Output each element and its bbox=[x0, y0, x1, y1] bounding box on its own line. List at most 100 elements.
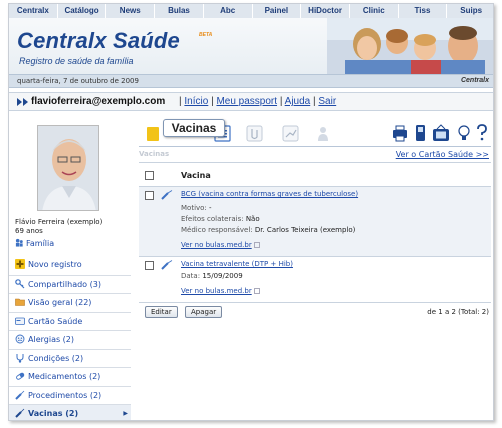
nav-centralx[interactable]: Centralx bbox=[9, 4, 58, 18]
nav-suips[interactable]: Suips bbox=[447, 4, 493, 18]
nav-tiss[interactable]: Tiss bbox=[399, 4, 448, 18]
allergy-icon bbox=[15, 334, 25, 344]
nav-hidoctor[interactable]: HiDoctor bbox=[301, 4, 350, 18]
family-icon bbox=[15, 238, 23, 247]
sidebar-item-label: Cartão Saúde bbox=[28, 316, 83, 326]
family-label: Família bbox=[26, 239, 55, 248]
folder-icon bbox=[15, 298, 25, 306]
user-age: 69 anos bbox=[15, 227, 43, 235]
key-icon bbox=[15, 278, 25, 288]
tab-add-icon[interactable] bbox=[147, 127, 159, 141]
delete-button[interactable]: Apagar bbox=[185, 306, 223, 318]
edit-button[interactable]: Editar bbox=[145, 306, 178, 318]
stethoscope-icon bbox=[16, 353, 24, 363]
bulas-link[interactable]: Ver no bulas.med.br bbox=[181, 241, 260, 249]
nav-clinic[interactable]: Clinic bbox=[350, 4, 399, 18]
sidebar-item-vacinas[interactable]: Vacinas (2) ▶ bbox=[9, 404, 131, 420]
date-bar: quarta-feira, 7 de outubro de 2009 Centr… bbox=[9, 74, 493, 88]
brand-logo[interactable]: Centralx Saúde bbox=[17, 28, 180, 54]
tab-person-icon[interactable] bbox=[318, 127, 328, 141]
bulas-link[interactable]: Ver no bulas.med.br bbox=[181, 287, 260, 295]
current-date: quarta-feira, 7 de outubro de 2009 bbox=[17, 77, 139, 85]
caret-right-icon: ▶ bbox=[123, 410, 128, 417]
vaccine-name-link[interactable]: Vacina tetravalente (DTP + Hib) bbox=[181, 260, 293, 268]
table-row: Vacina tetravalente (DTP + Hib) Data: 15… bbox=[139, 257, 491, 303]
user-email: flavioferreira@exemplo.com bbox=[31, 96, 166, 107]
sidebar-item-label: Compartilhado (3) bbox=[28, 279, 101, 289]
sidebar-item-visao-geral[interactable]: Visão geral (22) bbox=[9, 293, 131, 312]
vaccine-icon bbox=[15, 408, 25, 418]
pagination-status: de 1 a 2 (Total: 2) bbox=[427, 308, 489, 316]
syringe-icon bbox=[15, 390, 25, 400]
sidebar: Flávio Ferreira (exemplo) 69 anos Famíli… bbox=[9, 112, 131, 420]
sidebar-item-label: Medicamentos (2) bbox=[28, 372, 101, 381]
action-bar: Editar Apagar de 1 a 2 (Total: 2) bbox=[139, 306, 491, 320]
ver-cartao-link[interactable]: Ver o Cartão Saúde >> bbox=[396, 150, 489, 159]
external-link-icon bbox=[253, 242, 260, 248]
lightbulb-icon[interactable] bbox=[458, 125, 470, 140]
avatar[interactable] bbox=[37, 125, 99, 211]
sidebar-item-cartao-saude[interactable]: Cartão Saúde bbox=[9, 311, 131, 331]
sidebar-item-label: Visão geral (22) bbox=[28, 298, 92, 307]
table-row: BCG (vacina contra formas graves de tube… bbox=[139, 187, 491, 257]
tv-icon[interactable] bbox=[433, 124, 449, 141]
link-inicio[interactable]: Início bbox=[184, 96, 208, 107]
section-toolbar: Vacinas bbox=[135, 119, 493, 145]
sidebar-item-condicoes[interactable]: Condições (2) bbox=[9, 348, 131, 368]
nav-catalogo[interactable]: Catálogo bbox=[58, 4, 107, 18]
sidebar-item-label: Vacinas (2) bbox=[28, 409, 79, 418]
nav-painel[interactable]: Painel bbox=[253, 4, 302, 18]
tab-label-vacinas: Vacinas bbox=[139, 150, 170, 158]
site-header: Centralx Saúde BETA Registro de saúde da… bbox=[9, 18, 493, 74]
app-window: Centralx Catálogo News Bulas Abc Painel … bbox=[8, 3, 494, 421]
link-ajuda[interactable]: Ajuda bbox=[285, 96, 311, 107]
top-navigation: Centralx Catálogo News Bulas Abc Painel … bbox=[9, 4, 493, 18]
sidebar-item-alergias[interactable]: Alergias (2) bbox=[9, 330, 131, 349]
tab-chart-icon[interactable] bbox=[282, 125, 299, 142]
nav-abc[interactable]: Abc bbox=[204, 4, 253, 18]
print-icon[interactable] bbox=[393, 125, 407, 142]
detail-data: Data: 15/09/2009 bbox=[181, 272, 243, 280]
sidebar-item-label: Condições (2) bbox=[28, 353, 84, 363]
double-arrow-icon bbox=[17, 98, 28, 106]
sidebar-item-label: Alergias (2) bbox=[28, 335, 75, 344]
sidebar-menu: Novo registro Compartilhado (3) Visão ge… bbox=[9, 256, 131, 420]
link-sair[interactable]: Sair bbox=[318, 96, 336, 107]
vaccine-name-link[interactable]: BCG (vacina contra formas graves de tube… bbox=[181, 190, 358, 198]
detail-medico: Médico responsável: Dr. Carlos Teixeira … bbox=[181, 226, 356, 234]
column-header-vacina: Vacina bbox=[181, 171, 211, 180]
sidebar-item-label: Procedimentos (2) bbox=[28, 390, 102, 400]
sidebar-item-novo-registro[interactable]: Novo registro bbox=[9, 256, 131, 275]
user-name: Flávio Ferreira (exemplo) bbox=[15, 218, 103, 226]
plus-icon bbox=[15, 259, 25, 269]
centralx-small-logo: Centralx bbox=[460, 77, 489, 84]
vaccines-table: Vacina BCG (vacina contra formas graves … bbox=[139, 162, 491, 303]
sidebar-item-procedimentos[interactable]: Procedimentos (2) bbox=[9, 385, 131, 405]
tooltip-vacinas: Vacinas bbox=[163, 119, 225, 137]
nav-bulas[interactable]: Bulas bbox=[155, 4, 204, 18]
detail-motivo: Motivo: - bbox=[181, 204, 212, 212]
row-checkbox[interactable] bbox=[145, 191, 154, 200]
sidebar-item-medicamentos[interactable]: Medicamentos (2) bbox=[9, 367, 131, 386]
sidebar-item-label: Novo registro bbox=[28, 260, 82, 269]
table-header: Vacina bbox=[139, 163, 491, 187]
tab-underline bbox=[139, 146, 491, 147]
mobile-icon[interactable] bbox=[416, 125, 425, 141]
nav-news[interactable]: News bbox=[106, 4, 156, 18]
main-panel: Vacinas Vacinas Ver o Cartão Saúde >> Va… bbox=[135, 112, 493, 420]
sidebar-item-compartilhado[interactable]: Compartilhado (3) bbox=[9, 274, 131, 294]
syringe-icon bbox=[161, 190, 173, 200]
family-link[interactable]: Família bbox=[15, 238, 54, 248]
syringe-icon bbox=[161, 260, 173, 270]
tab-attach-icon[interactable] bbox=[246, 125, 263, 142]
user-bar: flavioferreira@exemplo.com | Início | Me… bbox=[9, 92, 493, 111]
detail-efeitos: Efeitos colaterais: Não bbox=[181, 215, 260, 223]
help-icon[interactable] bbox=[477, 124, 487, 141]
external-link-icon bbox=[253, 288, 260, 294]
link-meu-passport[interactable]: Meu passport bbox=[216, 96, 277, 107]
row-checkbox[interactable] bbox=[145, 261, 154, 270]
pill-icon bbox=[16, 372, 25, 380]
select-all-checkbox[interactable] bbox=[145, 171, 154, 180]
family-photo bbox=[327, 18, 493, 74]
beta-badge: BETA bbox=[199, 32, 213, 38]
